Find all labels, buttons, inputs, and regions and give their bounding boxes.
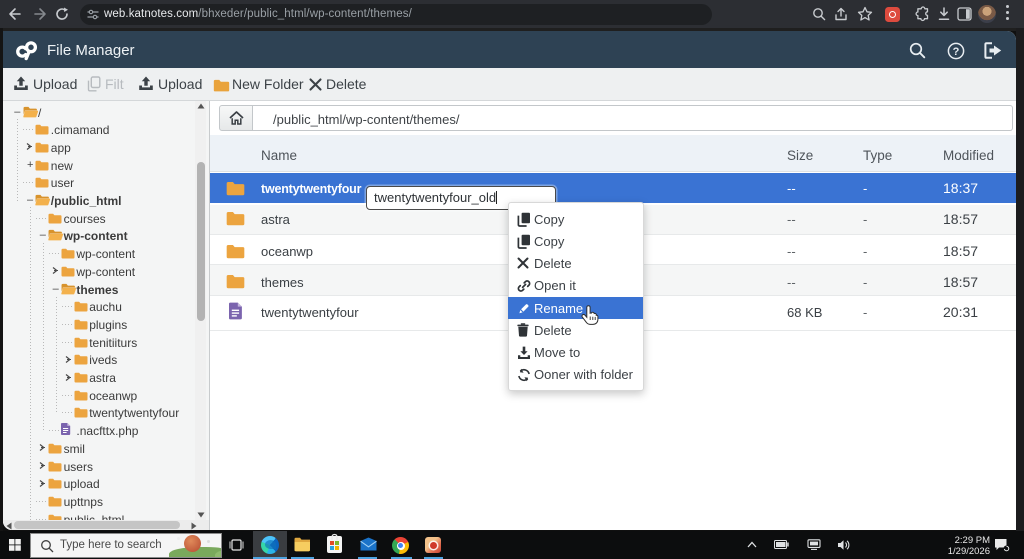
- svg-text:?: ?: [953, 46, 960, 58]
